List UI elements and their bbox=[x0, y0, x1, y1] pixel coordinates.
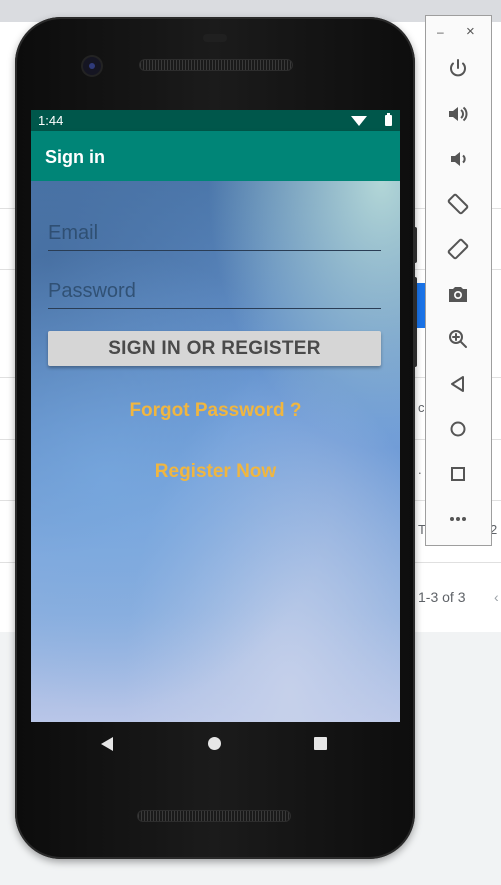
overview-icon[interactable] bbox=[446, 462, 470, 486]
status-bar: 1:44 bbox=[31, 110, 400, 131]
close-button[interactable]: × bbox=[466, 23, 475, 40]
proximity-sensor bbox=[203, 34, 227, 42]
page-title: Sign in bbox=[45, 147, 105, 167]
earpiece-speaker bbox=[140, 60, 292, 70]
email-field[interactable] bbox=[48, 218, 381, 248]
password-field-container bbox=[48, 276, 381, 309]
back-icon[interactable] bbox=[446, 372, 470, 396]
sign-in-or-register-button[interactable]: SIGN IN OR REGISTER bbox=[48, 331, 381, 366]
home-icon[interactable] bbox=[446, 417, 470, 441]
device-frame: 1:44 Sign in SIGN IN OR REGISTER Forgot … bbox=[15, 17, 417, 859]
volume-down-icon[interactable] bbox=[446, 147, 470, 171]
device-screen: 1:44 Sign in SIGN IN OR REGISTER Forgot … bbox=[31, 110, 400, 722]
password-field[interactable] bbox=[48, 276, 381, 306]
register-now-link[interactable]: Register Now bbox=[31, 461, 400, 483]
bottom-speaker bbox=[138, 811, 290, 821]
power-icon[interactable] bbox=[446, 57, 470, 81]
more-icon[interactable] bbox=[446, 507, 470, 531]
host-pagination-label: 1-3 of 3 bbox=[418, 589, 466, 605]
battery-icon bbox=[385, 113, 392, 126]
email-field-container bbox=[48, 218, 381, 251]
app-bar: Sign in bbox=[31, 131, 400, 181]
back-icon[interactable] bbox=[101, 737, 113, 751]
minimize-button[interactable]: – bbox=[437, 25, 444, 39]
forgot-password-link[interactable]: Forgot Password ? bbox=[31, 400, 400, 422]
rotate-left-icon[interactable] bbox=[446, 192, 470, 216]
host-text-fragment: c bbox=[418, 400, 425, 415]
device-side-button bbox=[413, 227, 417, 263]
emulator-toolbar: – × bbox=[425, 15, 492, 546]
wifi-icon bbox=[351, 116, 367, 126]
device-side-button bbox=[413, 277, 417, 367]
navigation-bar bbox=[31, 722, 400, 772]
zoom-icon[interactable] bbox=[446, 327, 470, 351]
recents-icon[interactable] bbox=[314, 737, 327, 750]
volume-up-icon[interactable] bbox=[446, 102, 470, 126]
rotate-right-icon[interactable] bbox=[446, 237, 470, 261]
sign-in-form: SIGN IN OR REGISTER Forgot Password ? Re… bbox=[31, 181, 400, 722]
status-time: 1:44 bbox=[38, 113, 64, 128]
front-camera-icon bbox=[83, 57, 101, 75]
chevron-left-icon[interactable]: ‹ bbox=[494, 589, 499, 605]
home-icon[interactable] bbox=[208, 737, 221, 750]
camera-icon[interactable] bbox=[446, 282, 470, 306]
